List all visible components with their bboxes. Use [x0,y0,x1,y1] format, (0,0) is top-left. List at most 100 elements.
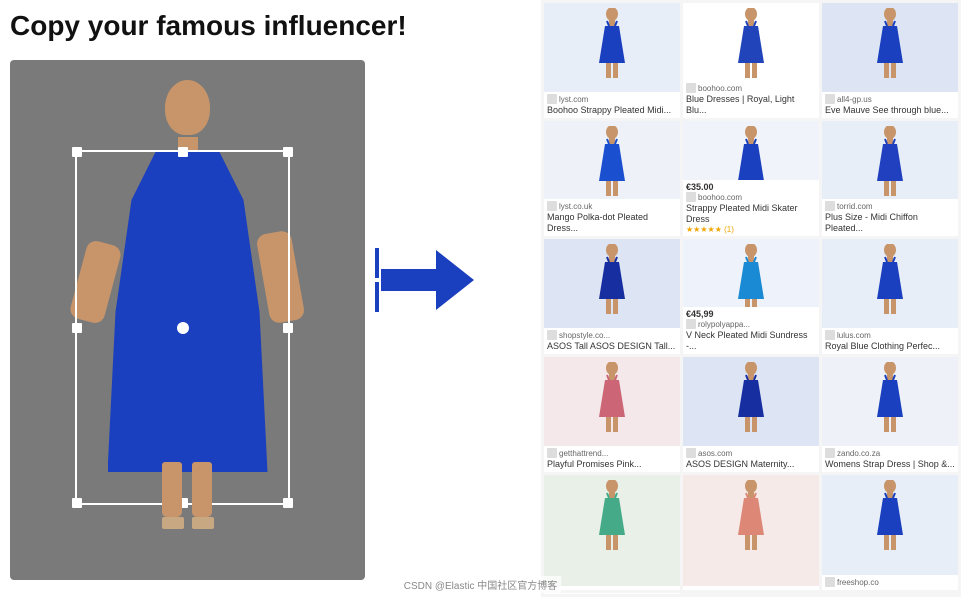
source-name: torrid.com [837,202,873,211]
product-info: shopstyle.co...ASOS Tall ASOS DESIGN Tal… [544,328,680,354]
product-title: Mango Polka-dot Pleated Dress... [547,212,677,234]
product-title: Strappy Pleated Midi Skater Dress [686,203,816,225]
product-card[interactable]: zando.co.zaWomens Strap Dress | Shop &..… [822,357,958,472]
product-title: Boohoo Strappy Pleated Midi... [547,105,677,116]
arm-left [68,239,123,325]
arm-right [255,230,305,325]
influencer-image [10,60,365,580]
person-legs [162,462,214,529]
product-info: €45,99rolypolyappa...V Neck Pleated Midi… [683,307,819,354]
product-card[interactable]: €45,99rolypolyappa...V Neck Pleated Midi… [683,239,819,354]
headline: Copy your famous influencer! [10,10,407,42]
product-title: Blue Dresses | Royal, Light Blu... [686,94,816,116]
product-image [822,3,958,92]
product-info: getthattrend...Playful Promises Pink... [544,446,680,472]
product-rating: ★★★★★ (1) [686,225,816,234]
source-icon [825,577,835,587]
product-image [683,121,819,180]
source-icon [686,192,696,202]
source-name: lulus.com [837,331,871,340]
product-card[interactable]: shopstyle.co...ASOS Tall ASOS DESIGN Tal… [544,239,680,354]
product-card[interactable]: boohoo.comBlue Dresses | Royal, Light Bl… [683,3,819,118]
source-line: shopstyle.co... [547,330,677,340]
product-title: ASOS DESIGN Maternity... [686,459,816,470]
product-info: boohoo.comBlue Dresses | Royal, Light Bl… [683,81,819,118]
product-card[interactable] [544,475,680,590]
product-image [683,357,819,446]
product-card[interactable]: all4-gp.usEve Mauve See through blue... [822,3,958,118]
product-title: V Neck Pleated Midi Sundress -... [686,330,816,352]
product-info [544,586,680,590]
source-line: getthattrend... [547,448,677,458]
source-name: lyst.co.uk [559,202,592,211]
product-image [544,475,680,586]
product-image [822,357,958,446]
product-card[interactable]: asos.comASOS DESIGN Maternity... [683,357,819,472]
product-title: Eve Mauve See through blue... [825,105,955,116]
product-card[interactable]: lyst.comBoohoo Strappy Pleated Midi... [544,3,680,118]
left-panel [10,60,365,580]
product-card[interactable]: lyst.co.ukMango Polka-dot Pleated Dress.… [544,121,680,236]
source-name: boohoo.com [698,193,742,202]
product-image [822,239,958,328]
source-icon [547,94,557,104]
product-card[interactable]: freeshop.co [822,475,958,590]
product-card[interactable]: getthattrend...Playful Promises Pink... [544,357,680,472]
product-info: freeshop.co [822,575,958,590]
source-icon [686,448,696,458]
source-line: rolypolyappa... [686,319,816,329]
product-image [683,475,819,586]
product-card[interactable]: €35.00boohoo.comStrappy Pleated Midi Ska… [683,121,819,236]
source-line: boohoo.com [686,83,816,93]
source-name: freeshop.co [837,578,879,587]
product-info: all4-gp.usEve Mauve See through blue... [822,92,958,118]
source-name: boohoo.com [698,84,742,93]
source-icon [825,448,835,458]
source-name: lyst.com [559,95,588,104]
source-name: asos.com [698,449,732,458]
source-icon [686,319,696,329]
source-icon [825,94,835,104]
source-line: boohoo.com [686,192,816,202]
watermark: CSDN @Elastic 中国社区官方博客 [400,576,562,593]
product-info: shein.com [544,593,680,594]
source-name: rolypolyappa... [698,320,750,329]
arrow-container [375,248,474,312]
product-image [822,121,958,199]
source-line: lyst.com [547,94,677,104]
search-results-grid: lyst.comBoohoo Strappy Pleated Midi...bo… [541,0,961,597]
source-icon [547,201,557,211]
source-line: zando.co.za [825,448,955,458]
product-title: Playful Promises Pink... [547,459,677,470]
product-image [544,3,680,92]
product-card[interactable]: torrid.comPlus Size - Midi Chiffon Pleat… [822,121,958,236]
product-title: Royal Blue Clothing Perfec... [825,341,955,352]
person-figure [78,80,298,560]
product-card[interactable]: shein.com [544,593,680,594]
product-image [683,239,819,307]
product-price: €45,99 [686,309,816,319]
product-info: asos.comASOS DESIGN Maternity... [683,446,819,472]
person-arms [78,232,298,292]
product-title: Womens Strap Dress | Shop &... [825,459,955,470]
product-card[interactable]: lulus.comRoyal Blue Clothing Perfec... [822,239,958,354]
product-image [822,475,958,575]
product-image [544,357,680,446]
product-image [544,121,680,199]
source-icon [686,83,696,93]
product-title: Plus Size - Midi Chiffon Pleated... [825,212,955,234]
product-info: zando.co.zaWomens Strap Dress | Shop &..… [822,446,958,472]
product-info [683,586,819,590]
source-line: torrid.com [825,201,955,211]
product-title: ASOS Tall ASOS DESIGN Tall... [547,341,677,352]
product-card[interactable] [683,475,819,590]
source-icon [825,201,835,211]
source-name: shopstyle.co... [559,331,610,340]
product-info: lyst.comBoohoo Strappy Pleated Midi... [544,92,680,118]
source-name: zando.co.za [837,449,880,458]
source-line: lyst.co.uk [547,201,677,211]
source-name: all4-gp.us [837,95,872,104]
product-info: lyst.co.ukMango Polka-dot Pleated Dress.… [544,199,680,236]
product-price: €35.00 [686,182,816,192]
source-line: all4-gp.us [825,94,955,104]
